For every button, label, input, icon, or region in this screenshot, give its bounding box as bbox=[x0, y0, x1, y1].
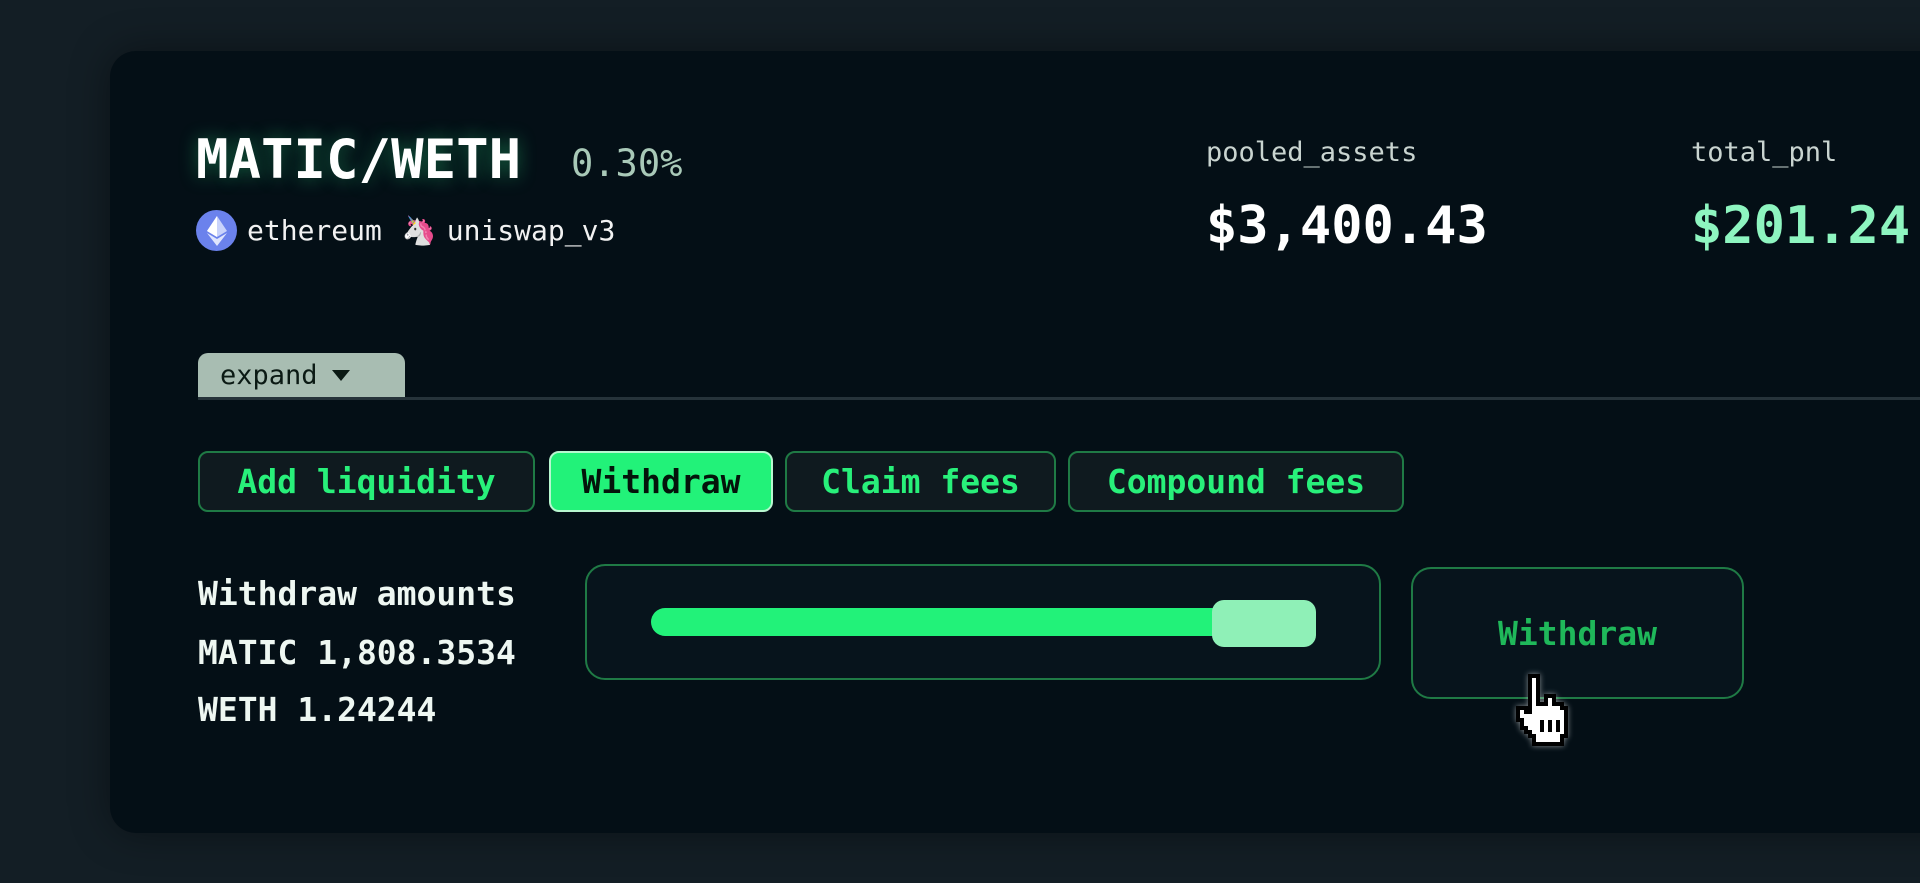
weth-amount: WETH 1.24244 bbox=[198, 690, 437, 729]
pool-pair-title: MATIC/WETH bbox=[196, 128, 522, 191]
hand-cursor-icon bbox=[1510, 672, 1570, 756]
withdraw-button-label: Withdraw bbox=[1498, 613, 1657, 653]
pool-meta: ethereum 🦄 uniswap_v3 bbox=[196, 210, 615, 251]
expand-label: expand bbox=[220, 360, 318, 391]
caret-down-icon bbox=[331, 369, 350, 381]
matic-amount: MATIC 1,808.3534 bbox=[198, 633, 516, 672]
chain-name: ethereum bbox=[247, 214, 382, 247]
tab-claim-fees[interactable]: Claim fees bbox=[785, 451, 1056, 512]
pooled-assets-label: pooled_assets bbox=[1206, 137, 1418, 168]
expand-toggle[interactable]: expand bbox=[198, 353, 405, 398]
total-pnl-value: $201.24 bbox=[1691, 196, 1911, 256]
unicorn-icon: 🦄 bbox=[401, 214, 437, 247]
tab-compound-fees[interactable]: Compound fees bbox=[1068, 451, 1404, 512]
total-pnl-label: total_pnl bbox=[1691, 137, 1838, 168]
fee-tier: 0.30% bbox=[571, 142, 683, 185]
ethereum-icon bbox=[196, 210, 237, 251]
protocol-name: uniswap_v3 bbox=[446, 214, 616, 247]
withdraw-slider-thumb[interactable] bbox=[1212, 600, 1316, 647]
withdraw-button[interactable]: Withdraw bbox=[1411, 567, 1744, 699]
tab-add-liquidity[interactable]: Add liquidity bbox=[198, 451, 535, 512]
divider bbox=[198, 397, 1920, 400]
pooled-assets-value: $3,400.43 bbox=[1206, 196, 1488, 256]
tab-withdraw[interactable]: Withdraw bbox=[549, 451, 773, 512]
withdraw-amounts-heading: Withdraw amounts bbox=[198, 574, 516, 613]
